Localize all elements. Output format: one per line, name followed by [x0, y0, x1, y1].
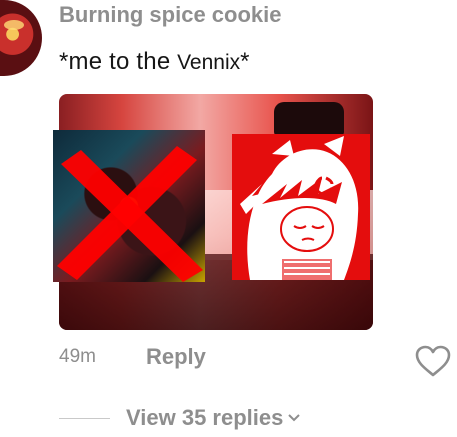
- heart-outline-icon[interactable]: [414, 344, 452, 378]
- reply-button[interactable]: Reply: [146, 344, 206, 370]
- comment-text-prefix: *me to the: [59, 48, 171, 75]
- crossed-out-character-art: [53, 130, 205, 282]
- view-replies-button[interactable]: View 35 replies: [126, 405, 301, 431]
- attachment-background-hat: [274, 102, 344, 136]
- comment-timestamp: 49m: [59, 346, 96, 367]
- replies-divider: [59, 418, 110, 419]
- comment-text: *me to the Vennix*: [59, 48, 249, 76]
- red-character-art: [232, 134, 370, 280]
- comment-text-highlight: Vennix: [177, 51, 241, 74]
- comment-username[interactable]: Burning spice cookie: [59, 2, 282, 28]
- red-x-icon: [57, 146, 203, 282]
- chevron-down-icon: [288, 414, 301, 422]
- comment-text-suffix: *: [240, 48, 250, 75]
- commenter-avatar[interactable]: [0, 0, 42, 76]
- view-replies-label: View 35 replies: [126, 405, 284, 430]
